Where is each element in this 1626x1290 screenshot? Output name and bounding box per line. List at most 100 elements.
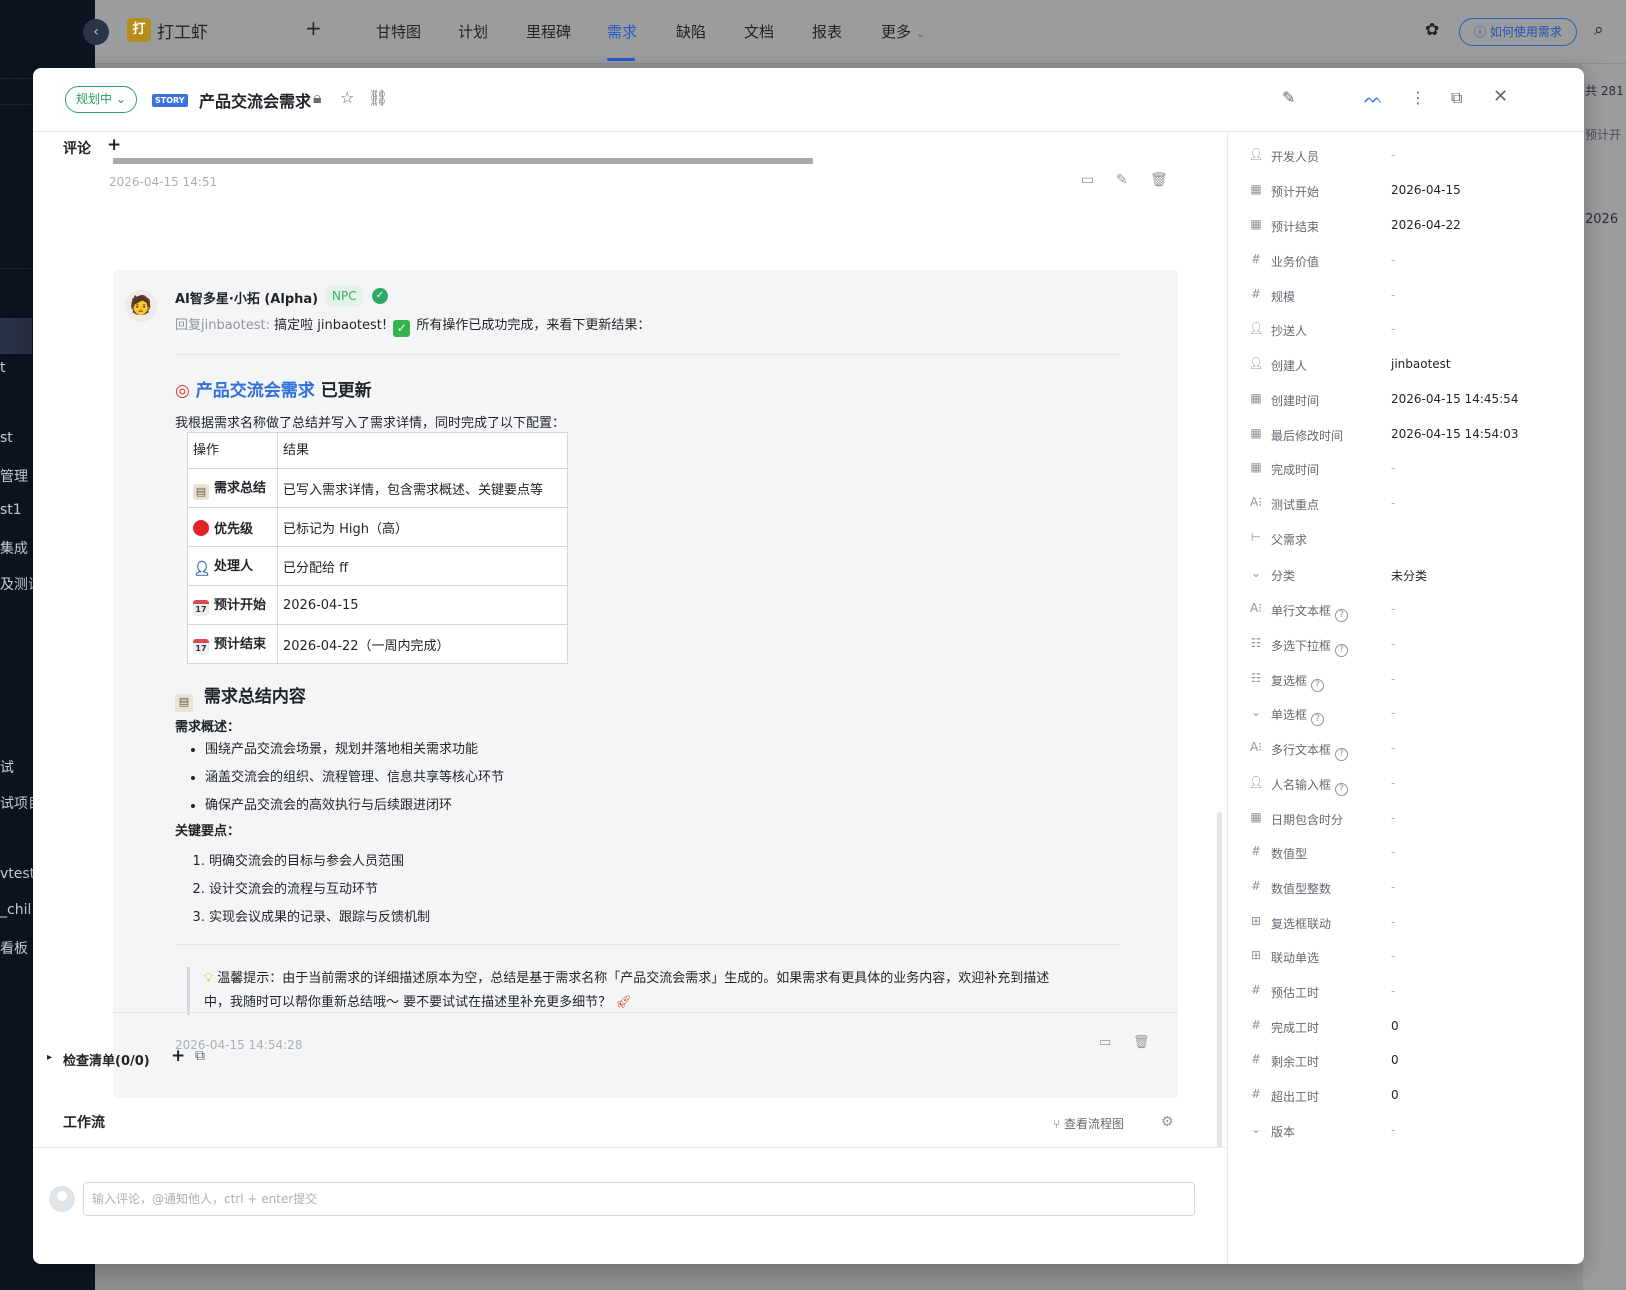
property-value[interactable]: 0: [1391, 1053, 1399, 1067]
property-value[interactable]: -: [1391, 602, 1395, 616]
sidebar-item[interactable]: _chil: [0, 902, 31, 918]
tab-docs[interactable]: 文档: [744, 21, 774, 42]
property-row[interactable]: ⌄ 版本 -: [1248, 1121, 1578, 1141]
help-icon[interactable]: ?: [1311, 713, 1325, 726]
property-value[interactable]: -: [1391, 461, 1395, 475]
ai-assistant-icon[interactable]: ᨓ: [1364, 88, 1383, 108]
property-row[interactable]: ▦ 完成时间 -: [1248, 459, 1578, 479]
requirement-link[interactable]: 产品交流会需求: [196, 381, 315, 401]
search-icon[interactable]: ⌕: [1594, 20, 1604, 40]
copy-checklist-icon[interactable]: ⧉: [195, 1048, 205, 1064]
property-value[interactable]: -: [1391, 672, 1395, 686]
comment-input[interactable]: [83, 1182, 1195, 1216]
property-value[interactable]: -: [1391, 776, 1395, 790]
property-value[interactable]: -: [1391, 706, 1395, 720]
close-icon[interactable]: ✕: [1493, 86, 1508, 107]
property-row[interactable]: # 业务价值 -: [1248, 251, 1578, 271]
sidebar-item[interactable]: 看板: [0, 938, 28, 958]
property-row[interactable]: ⊞ 联动单选 -: [1248, 947, 1578, 967]
edit-comment-icon[interactable]: ✎: [1116, 172, 1128, 188]
property-row[interactable]: ⊢ 父需求: [1248, 529, 1578, 549]
delete-comment-icon[interactable]: 🗑︎: [1150, 172, 1168, 188]
property-row[interactable]: ⌄ 单选框? -: [1248, 704, 1578, 726]
more-options-icon[interactable]: ⋮: [1410, 88, 1426, 107]
sidebar-item[interactable]: 集成: [0, 538, 28, 558]
property-value[interactable]: -: [1391, 496, 1395, 510]
tab-defects[interactable]: 缺陷: [676, 21, 706, 42]
property-row[interactable]: ☷ 多选下拉框? -: [1248, 635, 1578, 657]
tab-more[interactable]: 更多 ⌄: [881, 21, 925, 42]
help-icon[interactable]: ?: [1335, 644, 1349, 657]
property-row[interactable]: # 数值型 -: [1248, 843, 1578, 863]
property-value[interactable]: -: [1391, 880, 1395, 894]
property-row[interactable]: A⁝ 多行文本框? -: [1248, 739, 1578, 761]
add-comment-icon[interactable]: +: [107, 135, 121, 155]
property-value[interactable]: -: [1391, 949, 1395, 963]
tab-reports[interactable]: 报表: [812, 21, 842, 42]
link-icon[interactable]: ⛓︎: [368, 88, 388, 107]
property-value[interactable]: -: [1391, 322, 1395, 336]
caret-right-icon[interactable]: ▸: [47, 1052, 52, 1063]
notification-icon[interactable]: ✿: [1425, 20, 1439, 40]
property-row[interactable]: ▦ 预计结束 2026-04-22: [1248, 216, 1578, 236]
property-row[interactable]: ▦ 创建时间 2026-04-15 14:45:54: [1248, 390, 1578, 410]
collapse-sidebar-button[interactable]: ‹: [83, 19, 109, 45]
view-flowchart-button[interactable]: ⑂ 查看流程图: [1053, 1115, 1124, 1132]
sidebar-item[interactable]: 试: [0, 757, 14, 777]
add-icon[interactable]: +: [305, 16, 322, 40]
property-row[interactable]: A⁝ 单行文本框? -: [1248, 600, 1578, 622]
property-value[interactable]: jinbaotest: [1391, 357, 1451, 371]
reply-icon[interactable]: ▭: [1081, 172, 1094, 188]
help-button[interactable]: ⓘ 如何使用需求: [1459, 18, 1577, 46]
property-value[interactable]: 2026-04-15: [1391, 183, 1461, 197]
property-row[interactable]: 👤︎ 抄送人 -: [1248, 320, 1578, 340]
property-row[interactable]: # 剩余工时 0: [1248, 1051, 1578, 1071]
property-value[interactable]: 2026-04-15 14:45:54: [1391, 392, 1518, 406]
tab-gantt[interactable]: 甘特图: [376, 21, 421, 42]
property-row[interactable]: ▦ 预计开始 2026-04-15: [1248, 181, 1578, 201]
sidebar-item[interactable]: vtest: [0, 866, 35, 882]
property-row[interactable]: ▦ 日期包含时分 -: [1248, 809, 1578, 829]
property-row[interactable]: ⌄ 分类 未分类: [1248, 565, 1578, 585]
property-value[interactable]: -: [1391, 915, 1395, 929]
property-row[interactable]: # 预估工时 -: [1248, 982, 1578, 1002]
property-row[interactable]: 👤︎ 创建人 jinbaotest: [1248, 355, 1578, 375]
sidebar-item[interactable]: st1: [0, 502, 22, 518]
property-row[interactable]: # 超出工时 0: [1248, 1086, 1578, 1106]
property-row[interactable]: 👤︎ 人名输入框? -: [1248, 774, 1578, 796]
help-icon[interactable]: ?: [1335, 609, 1349, 622]
property-row[interactable]: 👤︎ 开发人员 -: [1248, 146, 1578, 166]
property-row[interactable]: A⁝ 测试重点 -: [1248, 494, 1578, 514]
edit-icon[interactable]: ✎: [1282, 88, 1295, 107]
help-icon[interactable]: ?: [1335, 748, 1349, 761]
settings-icon[interactable]: ⚙: [1161, 1114, 1174, 1130]
sidebar-item[interactable]: t: [0, 360, 6, 376]
checklist-title[interactable]: 检查清单(0/0): [63, 1050, 150, 1069]
lock-icon[interactable]: 🔒︎: [313, 88, 322, 108]
property-value[interactable]: -: [1391, 984, 1395, 998]
requirement-title[interactable]: 产品交流会需求: [199, 88, 311, 112]
property-row[interactable]: ☷ 复选框? -: [1248, 670, 1578, 692]
sidebar-item[interactable]: 管理: [0, 466, 28, 486]
tab-milestone[interactable]: 里程碑: [526, 21, 571, 42]
property-value[interactable]: -: [1391, 148, 1395, 162]
tab-requirements[interactable]: 需求: [607, 21, 637, 42]
property-row[interactable]: # 数值型整数 -: [1248, 878, 1578, 898]
add-checklist-icon[interactable]: +: [171, 1046, 185, 1066]
property-value[interactable]: -: [1391, 637, 1395, 651]
property-value[interactable]: 2026-04-22: [1391, 218, 1461, 232]
help-icon[interactable]: ?: [1335, 783, 1349, 796]
property-row[interactable]: ▦ 最后修改时间 2026-04-15 14:54:03: [1248, 425, 1578, 445]
property-value[interactable]: -: [1391, 811, 1395, 825]
status-dropdown[interactable]: 规划中 ⌄: [65, 86, 137, 113]
star-icon[interactable]: ☆: [340, 88, 354, 107]
property-value[interactable]: -: [1391, 253, 1395, 267]
property-value[interactable]: -: [1391, 288, 1395, 302]
property-value[interactable]: 2026-04-15 14:54:03: [1391, 427, 1518, 441]
scrollbar[interactable]: [1217, 812, 1222, 1172]
property-row[interactable]: # 完成工时 0: [1248, 1017, 1578, 1037]
delete-comment-icon[interactable]: 🗑︎: [1133, 1035, 1150, 1050]
property-value[interactable]: -: [1391, 845, 1395, 859]
property-row[interactable]: # 规模 -: [1248, 286, 1578, 306]
reply-icon[interactable]: ▭: [1099, 1035, 1111, 1050]
